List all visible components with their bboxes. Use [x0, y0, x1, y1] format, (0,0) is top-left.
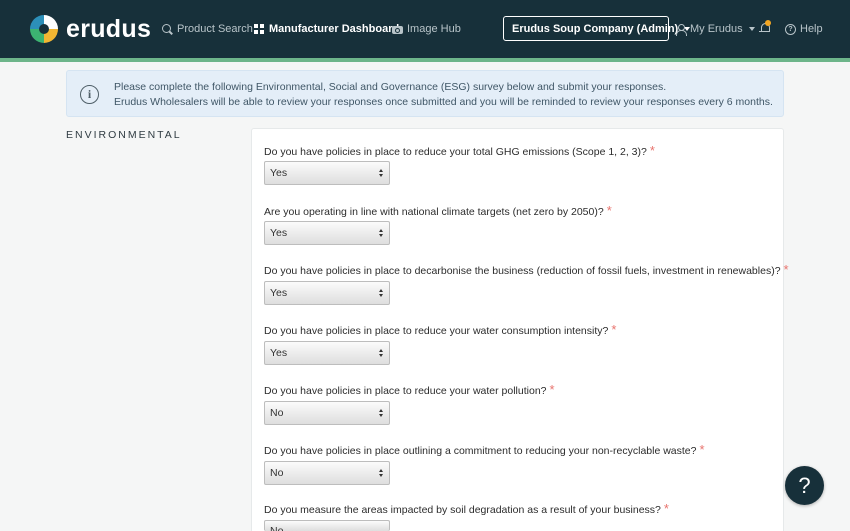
navbar-accent-stripe — [0, 58, 850, 62]
nav-image-hub-label: Image Hub — [407, 23, 461, 35]
select-arrows-icon — [379, 409, 384, 418]
required-asterisk: * — [606, 203, 612, 218]
company-selector-label: Erudus Soup Company (Admin) — [512, 22, 679, 35]
logo-mark-icon — [30, 15, 58, 43]
brand-name: erudus — [66, 15, 152, 43]
required-asterisk: * — [549, 382, 555, 397]
select-arrows-icon — [379, 469, 384, 478]
notification-badge — [765, 20, 771, 26]
nav-product-search[interactable]: Product Search — [162, 21, 253, 37]
brand-logo[interactable]: erudus — [30, 15, 151, 43]
question-label: Do you have policies in place to decarbo… — [264, 262, 789, 277]
answer-select[interactable]: No — [264, 401, 390, 425]
search-icon — [162, 23, 173, 35]
dashboard-icon — [254, 23, 265, 35]
answer-select[interactable]: Yes — [264, 341, 390, 365]
nav-help[interactable]: ? Help — [785, 21, 823, 37]
help-circle-icon: ? — [785, 23, 796, 35]
nav-manufacturer-dashboard-label: Manufacturer Dashboard — [269, 23, 400, 35]
question-label: Do you have policies in place outlining … — [264, 442, 705, 457]
answer-select[interactable]: No — [264, 461, 390, 485]
select-arrows-icon — [379, 289, 384, 298]
company-selector[interactable]: Erudus Soup Company (Admin) — [503, 16, 691, 41]
nav-my-account-label: My Erudus — [690, 23, 743, 35]
info-icon: i — [80, 85, 99, 104]
nav-manufacturer-dashboard[interactable]: Manufacturer Dashboard — [254, 21, 399, 37]
answer-select[interactable]: Yes — [264, 281, 390, 305]
required-asterisk: * — [649, 143, 655, 158]
select-arrows-icon — [379, 349, 384, 358]
nav-help-label: Help — [800, 23, 823, 35]
question-label: Do you have policies in place to reduce … — [264, 322, 617, 337]
question-label: Do you have policies in place to reduce … — [264, 143, 655, 158]
help-fab-button[interactable]: ? — [785, 466, 824, 505]
nav-product-search-label: Product Search — [177, 23, 253, 35]
answer-select[interactable]: Yes — [264, 221, 390, 245]
alert-line-1: Please complete the following Environmen… — [114, 81, 667, 93]
question-label: Do you have policies in place to reduce … — [264, 382, 555, 397]
camera-icon — [392, 26, 403, 34]
alert-line-2: Erudus Wholesalers will be able to revie… — [114, 96, 773, 108]
chevron-down-icon — [748, 27, 755, 31]
required-asterisk: * — [783, 262, 789, 277]
required-asterisk: * — [699, 442, 705, 457]
answer-select[interactable]: Yes — [264, 161, 390, 185]
answer-select[interactable]: No — [264, 520, 390, 531]
select-arrows-icon — [379, 169, 384, 178]
required-asterisk: * — [611, 322, 617, 337]
required-asterisk: * — [663, 501, 669, 516]
nav-my-account[interactable]: My Erudus — [675, 21, 755, 37]
question-label: Do you measure the areas impacted by soi… — [264, 501, 669, 516]
question-label: Are you operating in line with national … — [264, 203, 612, 218]
info-alert: i Please complete the following Environm… — [66, 70, 784, 117]
nav-image-hub[interactable]: Image Hub — [392, 21, 461, 37]
select-arrows-icon — [379, 229, 384, 238]
user-icon — [675, 23, 687, 36]
section-title: ENVIRONMENTAL — [66, 129, 182, 141]
